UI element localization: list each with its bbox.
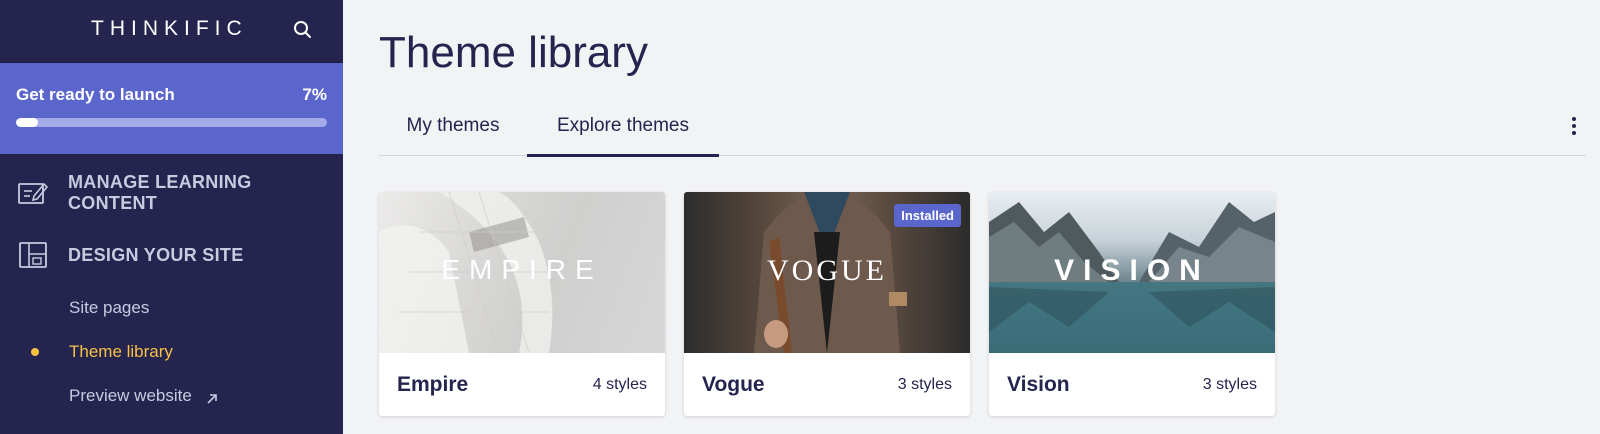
nav-section-label: DESIGN YOUR SITE [68,244,244,265]
theme-name: Empire [397,372,469,396]
theme-style-count: 3 styles [897,375,952,393]
theme-card-vision[interactable]: VISION Vision 3 styles [989,192,1275,416]
tab-my-themes[interactable]: My themes [379,96,527,156]
theme-card-empire[interactable]: EMPIRE Empire 4 styles [379,192,665,416]
theme-tabs: My themes Explore themes [379,96,1586,157]
launch-percent: 7% [302,85,327,104]
launch-label: Get ready to launch [16,85,175,104]
theme-style-count: 3 styles [1202,375,1257,393]
sidebar: THINKIFIC Get ready to launch 7% MANAGE … [0,0,343,434]
main-content: Theme library My themes Explore themes E… [343,0,1600,434]
layout-icon [17,241,49,269]
sidebar-item-preview-website[interactable]: Preview website [0,374,343,418]
nav-manage-learning-content[interactable]: MANAGE LEARNING CONTENT [0,162,343,224]
launch-progress-bar [16,118,327,127]
sidebar-item-label: Theme library [69,342,173,361]
theme-style-count: 4 styles [592,375,647,393]
theme-thumbnail-title: VISION [1054,254,1210,287]
theme-thumbnail: VOGUE Installed [684,192,970,353]
theme-name: Vogue [702,372,765,396]
launch-progress-fill [16,118,38,127]
theme-name: Vision [1007,372,1070,396]
thinkific-logo[interactable]: THINKIFIC [91,17,248,41]
launch-checklist-banner[interactable]: Get ready to launch 7% [0,63,343,154]
theme-card-vogue[interactable]: VOGUE Installed Vogue 3 styles [684,192,970,416]
more-options-icon[interactable] [1562,114,1586,138]
active-indicator-dot [31,348,39,356]
tab-explore-themes[interactable]: Explore themes [527,96,719,157]
page-title: Theme library [379,28,648,77]
theme-thumbnail: VISION [989,192,1275,353]
external-arrow-icon [206,390,218,404]
sidebar-item-site-pages[interactable]: Site pages [0,286,343,330]
search-icon[interactable] [291,18,315,42]
sidebar-item-theme-library[interactable]: Theme library [0,330,343,374]
nav-section-label: MANAGE LEARNING CONTENT [68,172,252,213]
edit-list-icon [17,179,49,207]
sidebar-header: THINKIFIC [0,0,343,63]
sidebar-item-label: Preview website [69,386,192,405]
nav-design-your-site[interactable]: DESIGN YOUR SITE [0,224,343,286]
installed-badge: Installed [894,204,961,227]
theme-thumbnail-title: VOGUE [767,254,887,287]
theme-thumbnail: EMPIRE [379,192,665,353]
theme-thumbnail-title: EMPIRE [441,254,603,285]
sidebar-item-label: Site pages [69,298,150,317]
